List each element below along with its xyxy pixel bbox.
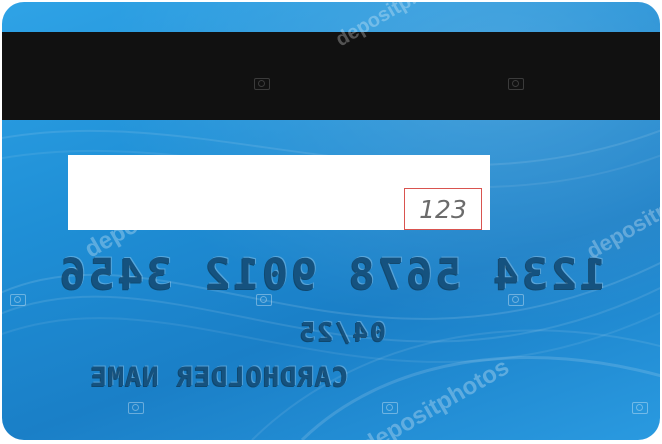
- camera-icon: [508, 78, 524, 90]
- card-number: 1234 5678 9012 3456: [57, 250, 606, 300]
- expiry-date: 04/25: [297, 318, 387, 348]
- cardholder-name: CARDHOLDER NAME: [89, 362, 349, 393]
- camera-icon: [632, 402, 648, 414]
- credit-card-back: 123 1234 5678 9012 3456 04/25 CARDHOLDER…: [2, 2, 660, 440]
- camera-icon: [382, 402, 398, 414]
- magnetic-stripe: [2, 32, 660, 120]
- camera-icon: [130, 190, 146, 202]
- cvv-code: 123: [404, 188, 482, 230]
- camera-icon: [508, 294, 524, 306]
- camera-icon: [10, 294, 26, 306]
- camera-icon: [254, 78, 270, 90]
- camera-icon: [256, 294, 272, 306]
- camera-icon: [128, 402, 144, 414]
